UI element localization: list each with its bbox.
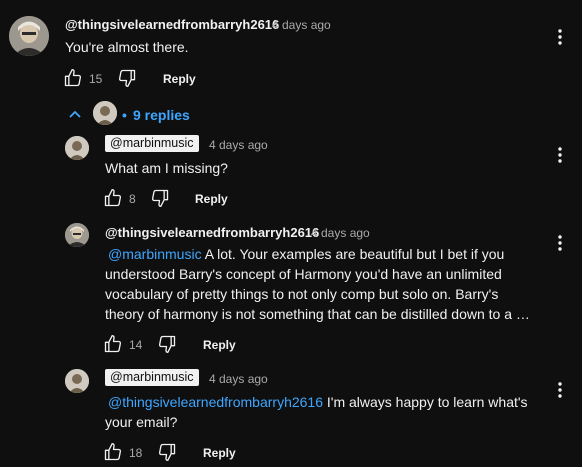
reply-time[interactable]: 4 days ago	[209, 138, 268, 152]
like-button[interactable]	[103, 334, 123, 354]
replies-toggle[interactable]: • 9 replies	[66, 101, 196, 127]
thumbs-up-icon	[64, 69, 82, 87]
reply-text: What am I missing?	[105, 160, 228, 176]
reply-button[interactable]: Reply	[203, 446, 236, 460]
replies-bullet: •	[122, 107, 127, 123]
like-count: 15	[89, 72, 103, 86]
reply-text-line: @thingsivelearnedfrombarryh2616 I'm alwa…	[105, 392, 545, 412]
like-count: 18	[129, 446, 143, 460]
reply-text-line-2: your email?	[105, 414, 178, 430]
reply-time[interactable]: 4 days ago	[311, 226, 370, 240]
reply-button[interactable]: Reply	[203, 338, 236, 352]
thumbs-up-icon	[104, 443, 122, 461]
reply-author-chip[interactable]: @marbinmusic	[105, 135, 199, 152]
more-actions-button[interactable]	[550, 27, 570, 47]
thumbs-down-icon	[118, 69, 136, 88]
avatar[interactable]	[65, 369, 89, 393]
reply-author[interactable]: @thingsivelearnedfrombarryh2616	[105, 225, 319, 240]
mention-link[interactable]: @marbinmusic	[108, 246, 202, 262]
more-vert-icon	[558, 382, 562, 398]
mention-link[interactable]: @thingsivelearnedfrombarryh2616	[108, 394, 323, 410]
thumbs-up-icon	[104, 189, 122, 207]
thumbs-down-icon	[158, 335, 176, 353]
like-button[interactable]	[103, 188, 123, 208]
reply-text-line-2: understood Barry's concept of Harmony yo…	[105, 266, 502, 282]
reply-text-line-4: theory of harmony is not something that …	[105, 306, 530, 322]
more-actions-button[interactable]	[550, 233, 570, 253]
reply-text-line-1: I'm always happy to learn what's	[323, 394, 528, 410]
reply-text-line-3: vocabulary of pretty things to not only …	[105, 286, 499, 302]
avatar[interactable]	[65, 136, 89, 160]
reply-time[interactable]: 4 days ago	[209, 372, 268, 386]
reply-text: @thingsivelearnedfrombarryh2616 I'm alwa…	[105, 392, 545, 432]
thumbs-down-icon	[158, 443, 176, 461]
more-vert-icon	[558, 147, 562, 163]
more-actions-button[interactable]	[550, 380, 570, 400]
reply-author-avatar	[93, 101, 117, 125]
reply-text: @marbinmusic A lot. Your examples are be…	[105, 244, 545, 324]
avatar[interactable]	[65, 223, 89, 247]
dislike-button[interactable]	[150, 188, 170, 208]
more-vert-icon	[558, 29, 562, 45]
like-button[interactable]	[63, 68, 83, 88]
like-button[interactable]	[103, 442, 123, 462]
reply-button[interactable]: Reply	[195, 192, 228, 206]
reply-text-line: @marbinmusic A lot. Your examples are be…	[105, 244, 545, 264]
like-count: 8	[129, 192, 136, 206]
more-actions-button[interactable]	[550, 145, 570, 165]
reply-author-chip[interactable]: @marbinmusic	[105, 369, 199, 386]
avatar[interactable]	[9, 16, 49, 56]
comment-time[interactable]: 4 days ago	[272, 18, 331, 32]
comment-text: You're almost there.	[65, 39, 189, 55]
like-count: 14	[129, 338, 143, 352]
reply-button[interactable]: Reply	[163, 72, 196, 86]
dislike-button[interactable]	[117, 68, 137, 88]
reply-text-line-1: A lot. Your examples are beautiful but I…	[201, 246, 505, 262]
chevron-up-icon	[69, 110, 81, 118]
replies-count-label: 9 replies	[133, 107, 190, 123]
more-vert-icon	[558, 235, 562, 251]
comment-author[interactable]: @thingsivelearnedfrombarryh2616	[65, 17, 279, 32]
dislike-button[interactable]	[157, 334, 177, 354]
thumbs-down-icon	[151, 189, 169, 207]
dislike-button[interactable]	[157, 442, 177, 462]
thumbs-up-icon	[104, 335, 122, 353]
